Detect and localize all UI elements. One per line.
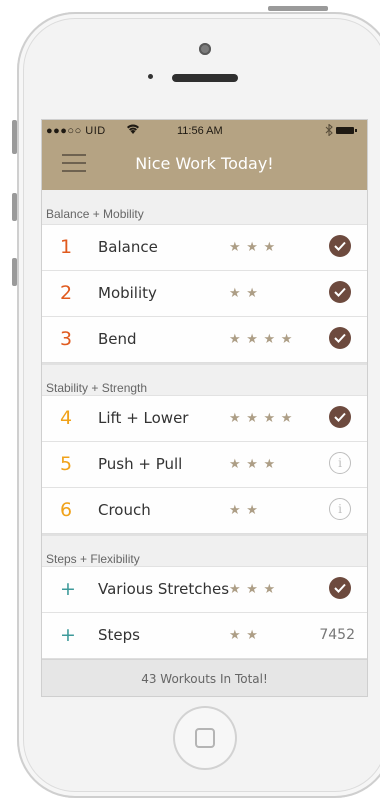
step-count: 7452 — [319, 627, 355, 643]
workout-name: Various Stretches — [98, 580, 230, 598]
workout-row[interactable]: 6 Crouch ★ ★ i — [42, 487, 367, 533]
mute-switch — [12, 120, 17, 154]
top-bar: ●●●○○ UID 11:56 AM Nice Work Today! — [42, 120, 367, 190]
workout-number: 2 — [60, 282, 73, 304]
page-title: Nice Work Today! — [135, 154, 274, 173]
hamburger-menu-icon[interactable] — [62, 154, 86, 172]
workout-number: 1 — [60, 236, 73, 258]
workout-name: Lift + Lower — [98, 409, 189, 427]
workout-row[interactable]: + Steps ★ ★ 7452 — [42, 612, 367, 658]
section-header: Steps + Flexibility — [42, 534, 367, 566]
home-button[interactable] — [173, 706, 237, 770]
workout-row[interactable]: 5 Push + Pull ★ ★ ★ i — [42, 441, 367, 487]
workout-row[interactable]: 2 Mobility ★ ★ — [42, 270, 367, 316]
difficulty-stars: ★ ★ — [229, 627, 259, 642]
workout-name: Balance — [98, 238, 158, 256]
earpiece-speaker — [172, 74, 238, 82]
workout-row[interactable]: 4 Lift + Lower ★ ★ ★ ★ — [42, 395, 367, 441]
app-screen: ●●●○○ UID 11:56 AM Nice Work Today! Bala… — [42, 120, 367, 696]
section-2: Stability + Strength 4 Lift + Lower ★ ★ ★ ★… — [42, 363, 367, 534]
wifi-icon — [126, 123, 140, 138]
front-camera-icon — [199, 43, 211, 55]
difficulty-stars: ★ ★ — [229, 502, 259, 517]
difficulty-stars: ★ ★ ★ — [229, 239, 277, 254]
workout-name: Steps — [98, 626, 140, 644]
workout-number: 6 — [60, 499, 73, 521]
status-time: 11:56 AM — [177, 125, 223, 137]
workout-row[interactable]: 3 Bend ★ ★ ★ ★ — [42, 316, 367, 362]
difficulty-stars: ★ ★ ★ — [229, 581, 277, 596]
workout-row[interactable]: 1 Balance ★ ★ ★ — [42, 224, 367, 270]
workout-name: Crouch — [98, 501, 151, 519]
checkmark-icon[interactable] — [329, 235, 351, 257]
checkmark-icon[interactable] — [329, 406, 351, 428]
checkmark-icon[interactable] — [329, 327, 351, 349]
workout-name: Mobility — [98, 284, 157, 302]
section-1: Balance + Mobility 1 Balance ★ ★ ★ 2 Mobility… — [42, 190, 367, 363]
checkmark-icon[interactable] — [329, 577, 351, 599]
difficulty-stars: ★ ★ ★ ★ — [229, 331, 294, 346]
status-bar: ●●●○○ UID 11:56 AM — [42, 120, 367, 142]
workout-name: Push + Pull — [98, 455, 183, 473]
volume-down-button — [12, 258, 17, 286]
section-header: Balance + Mobility — [42, 190, 367, 224]
info-icon[interactable]: i — [329, 498, 351, 520]
workout-number: 4 — [60, 407, 73, 429]
workout-number: + — [60, 578, 76, 600]
section-header: Stability + Strength — [42, 363, 367, 395]
difficulty-stars: ★ ★ — [229, 285, 259, 300]
difficulty-stars: ★ ★ ★ ★ — [229, 410, 294, 425]
workouts-total-footer: 43 Workouts In Total! — [42, 659, 367, 696]
section-3: Steps + Flexibility + Various Stretches ★ ★… — [42, 534, 367, 659]
proximity-sensor — [148, 74, 153, 79]
checkmark-icon[interactable] — [329, 281, 351, 303]
workout-number: 3 — [60, 328, 73, 350]
info-icon[interactable]: i — [329, 452, 351, 474]
workout-number: + — [60, 624, 76, 646]
carrier-signal: ●●●○○ UID — [46, 125, 106, 137]
workout-list: Balance + Mobility 1 Balance ★ ★ ★ 2 Mobility… — [42, 190, 367, 696]
power-button — [268, 6, 328, 11]
workout-row[interactable]: + Various Stretches ★ ★ ★ — [42, 566, 367, 612]
workout-number: 5 — [60, 453, 73, 475]
volume-up-button — [12, 193, 17, 221]
difficulty-stars: ★ ★ ★ — [229, 456, 277, 471]
bluetooth-icon — [325, 123, 333, 139]
workout-name: Bend — [98, 330, 137, 348]
battery-icon — [336, 127, 357, 134]
home-square-icon — [195, 728, 215, 748]
